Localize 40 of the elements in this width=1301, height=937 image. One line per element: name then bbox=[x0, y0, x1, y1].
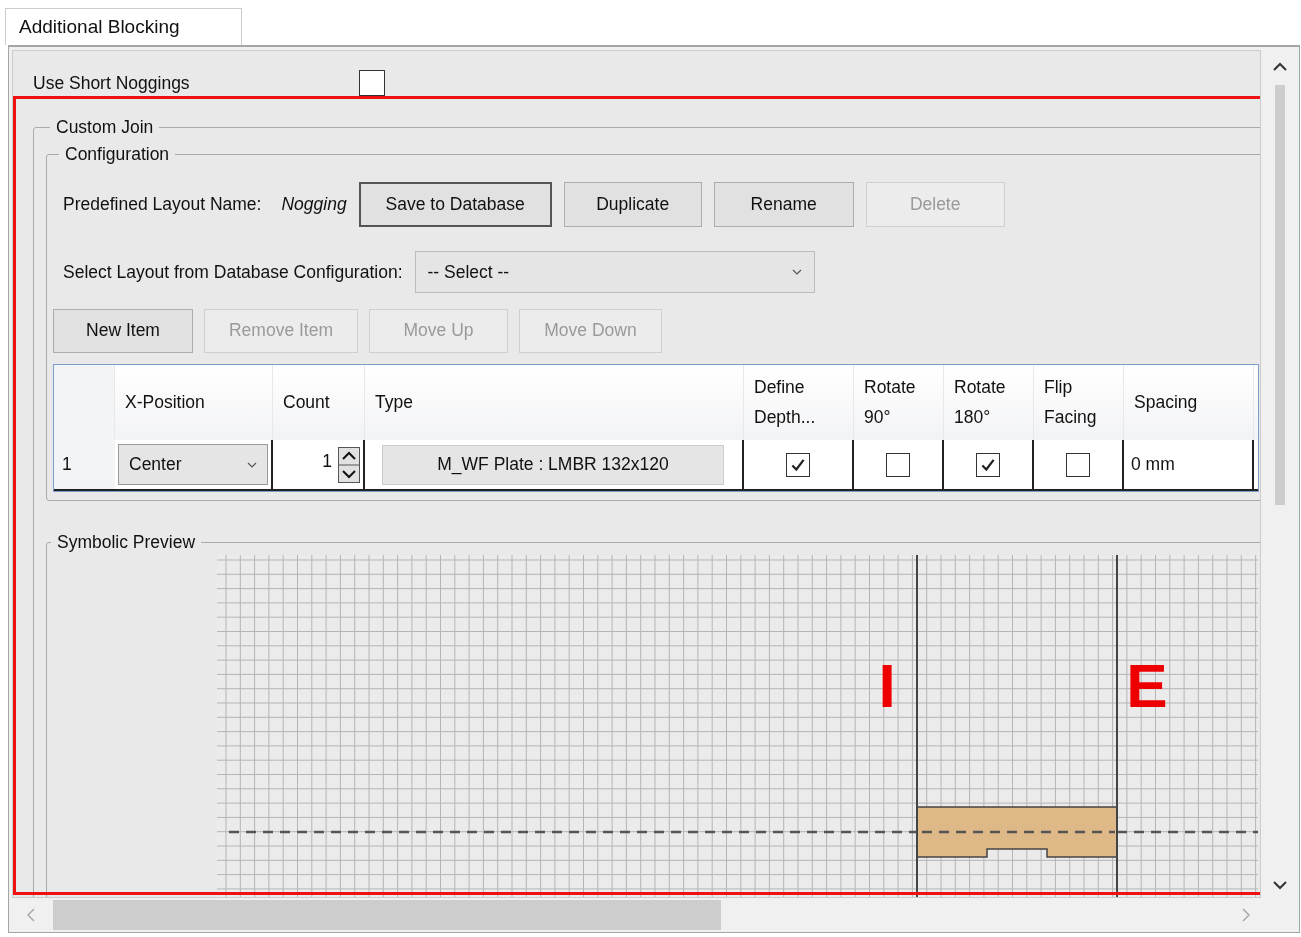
chevron-up-icon[interactable] bbox=[1273, 62, 1287, 71]
chevron-down-icon[interactable] bbox=[1273, 881, 1287, 890]
type-button[interactable]: M_WF Plate : LMBR 132x120 bbox=[382, 444, 724, 485]
group-title: Custom Join bbox=[55, 117, 155, 138]
count-value[interactable]: 1 bbox=[322, 451, 332, 472]
action-button[interactable]: Save to Database bbox=[358, 181, 552, 227]
caret-icon bbox=[791, 269, 802, 275]
action-button[interactable]: Rename bbox=[713, 181, 854, 227]
row-number: 1 bbox=[54, 440, 115, 489]
scroll-thumb[interactable] bbox=[53, 900, 721, 930]
checkbox[interactable] bbox=[976, 452, 1000, 477]
tab[interactable]: Additional Blocking bbox=[5, 8, 242, 45]
exterior-label: E bbox=[1126, 651, 1168, 720]
column-header: X-Position bbox=[115, 365, 273, 440]
column-header: Rotate 90° bbox=[854, 365, 944, 440]
position-dropdown[interactable]: Center bbox=[118, 444, 268, 485]
action-button[interactable]: Duplicate bbox=[563, 181, 702, 227]
caret-icon bbox=[247, 461, 257, 468]
field-label: Select Layout from Database Configuration: bbox=[63, 261, 403, 283]
column-header: Spacing bbox=[1124, 365, 1254, 440]
spacing-value[interactable]: 0 mm bbox=[1127, 454, 1175, 475]
field-label: Predefined Layout Name: bbox=[63, 193, 262, 215]
checkbox[interactable] bbox=[359, 70, 385, 96]
checkbox[interactable] bbox=[1066, 452, 1090, 477]
column-header: Count bbox=[273, 365, 365, 440]
column-header: Define Depth... bbox=[744, 365, 854, 440]
column-header: Type bbox=[365, 365, 744, 440]
group-title: Symbolic Preview bbox=[56, 532, 197, 553]
checkbox[interactable] bbox=[886, 452, 910, 477]
layout-dropdown[interactable]: -- Select -- bbox=[414, 251, 815, 293]
spinner-icon[interactable] bbox=[338, 446, 360, 483]
layout-name: Nogging bbox=[281, 193, 347, 215]
interior-label: I bbox=[878, 651, 896, 720]
column-header: Flip Facing bbox=[1034, 365, 1124, 440]
item-button[interactable]: New Item bbox=[53, 308, 193, 353]
scroll-thumb[interactable] bbox=[1275, 85, 1285, 505]
checkbox[interactable] bbox=[786, 452, 810, 477]
option-label: Use Short Noggings bbox=[33, 72, 191, 94]
column-header: Rotate 180° bbox=[944, 365, 1034, 440]
group-title: Configuration bbox=[64, 144, 171, 165]
